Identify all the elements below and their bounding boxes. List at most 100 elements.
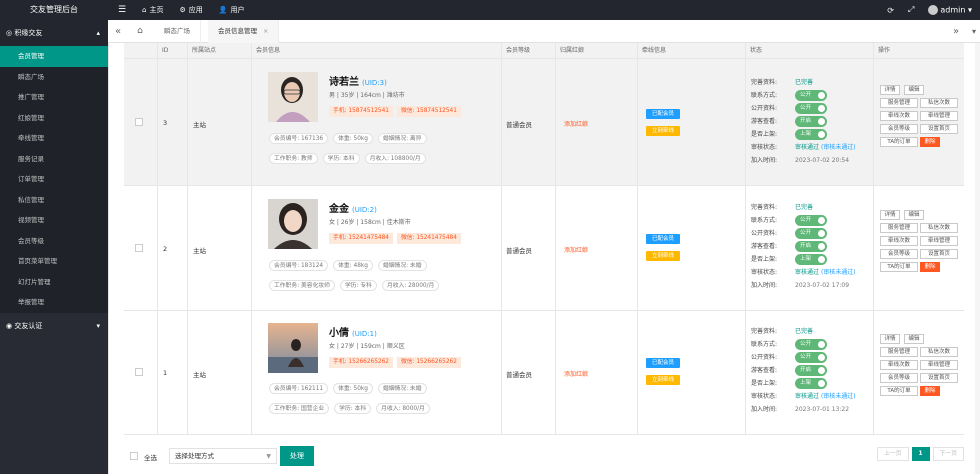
orders-button[interactable]: TA的订单 [880,386,918,396]
top-nav-home[interactable]: ⌂ 主页 [134,0,171,20]
guest-toggle[interactable]: 开启 [795,116,827,127]
row-checkbox[interactable] [135,118,143,126]
sidebar-item-home-menu[interactable]: 首页菜单管理 [0,251,108,272]
match-count-button[interactable]: 牵线次数 [880,360,918,370]
member-photo[interactable] [268,199,318,249]
edit-button[interactable]: 编辑 [904,85,924,95]
fullscreen-icon[interactable]: ⤢ [908,5,914,15]
menu-icon: ☰ [117,5,127,15]
sidebar-group-dating[interactable]: ◎ 积缘交友 ▴ [0,20,108,46]
guest-toggle[interactable]: 开启 [795,365,827,376]
delete-button[interactable]: 删除 [920,262,940,272]
sidebar-item-moments[interactable]: 瞬态广场 [0,66,108,87]
top-nav-apps[interactable]: ⚙ 应用 [171,0,210,20]
contact-toggle[interactable]: 公开 [795,90,827,101]
delete-button[interactable]: 删除 [920,386,940,396]
guest-toggle[interactable]: 开启 [795,241,827,252]
audit-reject-link[interactable]: (审核未通过) [821,391,856,402]
vertical-scrollbar[interactable] [975,43,980,474]
detail-button[interactable]: 详情 [880,334,900,344]
orders-button[interactable]: TA的订单 [880,137,918,147]
listing-toggle[interactable]: 上架 [795,254,827,265]
tabs-menu-icon[interactable]: ▾ [964,20,980,43]
matched-member-button[interactable]: 已配会员 [646,109,680,119]
close-icon[interactable]: × [263,27,268,35]
page-1-button[interactable]: 1 [911,447,930,461]
row-checkbox[interactable] [135,368,143,376]
sidebar-item-orders[interactable]: 订单管理 [0,169,108,190]
match-manage-button[interactable]: 牵线管理 [920,111,958,121]
batch-action-select[interactable]: 选择处理方式 ▼ [169,448,277,464]
sidebar-item-reports[interactable]: 举报管理 [0,292,108,313]
set-home-button[interactable]: 设置首页 [920,124,958,134]
chevron-up-icon: ▴ [96,29,100,37]
delete-button[interactable]: 删除 [920,137,940,147]
set-home-button[interactable]: 设置首页 [920,373,958,383]
join-time: 2023-07-01 13:22 [795,406,850,413]
detail-button[interactable]: 详情 [880,85,900,95]
match-count-button[interactable]: 牵线次数 [880,111,918,121]
service-manage-button[interactable]: 服务管理 [880,98,918,108]
service-manage-button[interactable]: 服务管理 [880,347,918,357]
tabs-scroll-left-icon[interactable]: « [108,20,128,43]
sidebar-item-service-records[interactable]: 服务记录 [0,148,108,169]
match-manage-button[interactable]: 牵线管理 [920,360,958,370]
set-home-button[interactable]: 设置首页 [920,249,958,259]
edit-button[interactable]: 编辑 [904,334,924,344]
sidebar-group-verify[interactable]: ◉ 交友认证 ▾ [0,313,108,339]
row-checkbox[interactable] [135,244,143,252]
add-matchmaker-link[interactable]: 添加红娘 [564,245,588,254]
process-button[interactable]: 处理 [280,446,314,466]
sidebar-item-matchmakers[interactable]: 红娘管理 [0,107,108,128]
audit-reject-link[interactable]: (审核未通过) [821,267,856,278]
edit-button[interactable]: 编辑 [904,210,924,220]
member-weight: 体重: 50kg [333,383,373,394]
matched-member-button[interactable]: 已配会员 [646,234,680,244]
sidebar-item-messages[interactable]: 私信管理 [0,189,108,210]
sidebar-item-slides[interactable]: 幻灯片管理 [0,271,108,292]
member-level-button[interactable]: 会员等级 [880,373,918,383]
member-level-button[interactable]: 会员等级 [880,124,918,134]
public-toggle[interactable]: 公开 [795,352,827,363]
tab-moments[interactable]: 瞬态广场 [154,20,201,43]
message-count-button[interactable]: 私信次数 [920,98,958,108]
match-now-button[interactable]: 立刻牵线 [646,251,680,261]
message-count-button[interactable]: 私信次数 [920,223,958,233]
match-now-button[interactable]: 立刻牵线 [646,126,680,136]
listing-toggle[interactable]: 上架 [795,378,827,389]
detail-button[interactable]: 详情 [880,210,900,220]
sidebar-item-videos[interactable]: 视频管理 [0,210,108,231]
sidebar-item-matching[interactable]: 牵线管理 [0,128,108,149]
tabs-scroll-right-icon[interactable]: » [946,20,966,43]
sidebar-item-promotion[interactable]: 推广管理 [0,87,108,108]
listing-toggle[interactable]: 上架 [795,129,827,140]
top-nav-users[interactable]: 👤 用户 [211,0,253,20]
tab-member-info[interactable]: 会员信息管理 × [208,20,280,43]
orders-button[interactable]: TA的订单 [880,262,918,272]
audit-reject-link[interactable]: (审核未通过) [821,142,856,153]
prev-page-button[interactable]: 上一页 [877,447,909,461]
member-photo[interactable] [268,323,318,373]
sidebar-item-member-levels[interactable]: 会员等级 [0,230,108,251]
menu-toggle-button[interactable]: ☰ [110,0,134,20]
message-count-button[interactable]: 私信次数 [920,347,958,357]
match-manage-button[interactable]: 牵线管理 [920,236,958,246]
member-level-button[interactable]: 会员等级 [880,249,918,259]
match-count-button[interactable]: 牵线次数 [880,236,918,246]
contact-toggle[interactable]: 公开 [795,339,827,350]
public-toggle[interactable]: 公开 [795,228,827,239]
match-now-button[interactable]: 立刻牵线 [646,375,680,385]
select-all-checkbox[interactable] [130,452,138,460]
matched-member-button[interactable]: 已配会员 [646,358,680,368]
contact-toggle[interactable]: 公开 [795,215,827,226]
sidebar-item-members[interactable]: 会员管理 [0,46,108,67]
tab-home-icon[interactable]: ⌂ [130,20,150,43]
next-page-button[interactable]: 下一页 [932,447,964,461]
add-matchmaker-link[interactable]: 添加红娘 [564,119,588,128]
member-photo[interactable] [268,72,318,122]
add-matchmaker-link[interactable]: 添加红娘 [564,369,588,378]
user-menu[interactable]: admin ▾ [928,5,972,15]
service-manage-button[interactable]: 服务管理 [880,223,918,233]
public-toggle[interactable]: 公开 [795,103,827,114]
refresh-icon[interactable]: ⟳ [887,6,894,15]
